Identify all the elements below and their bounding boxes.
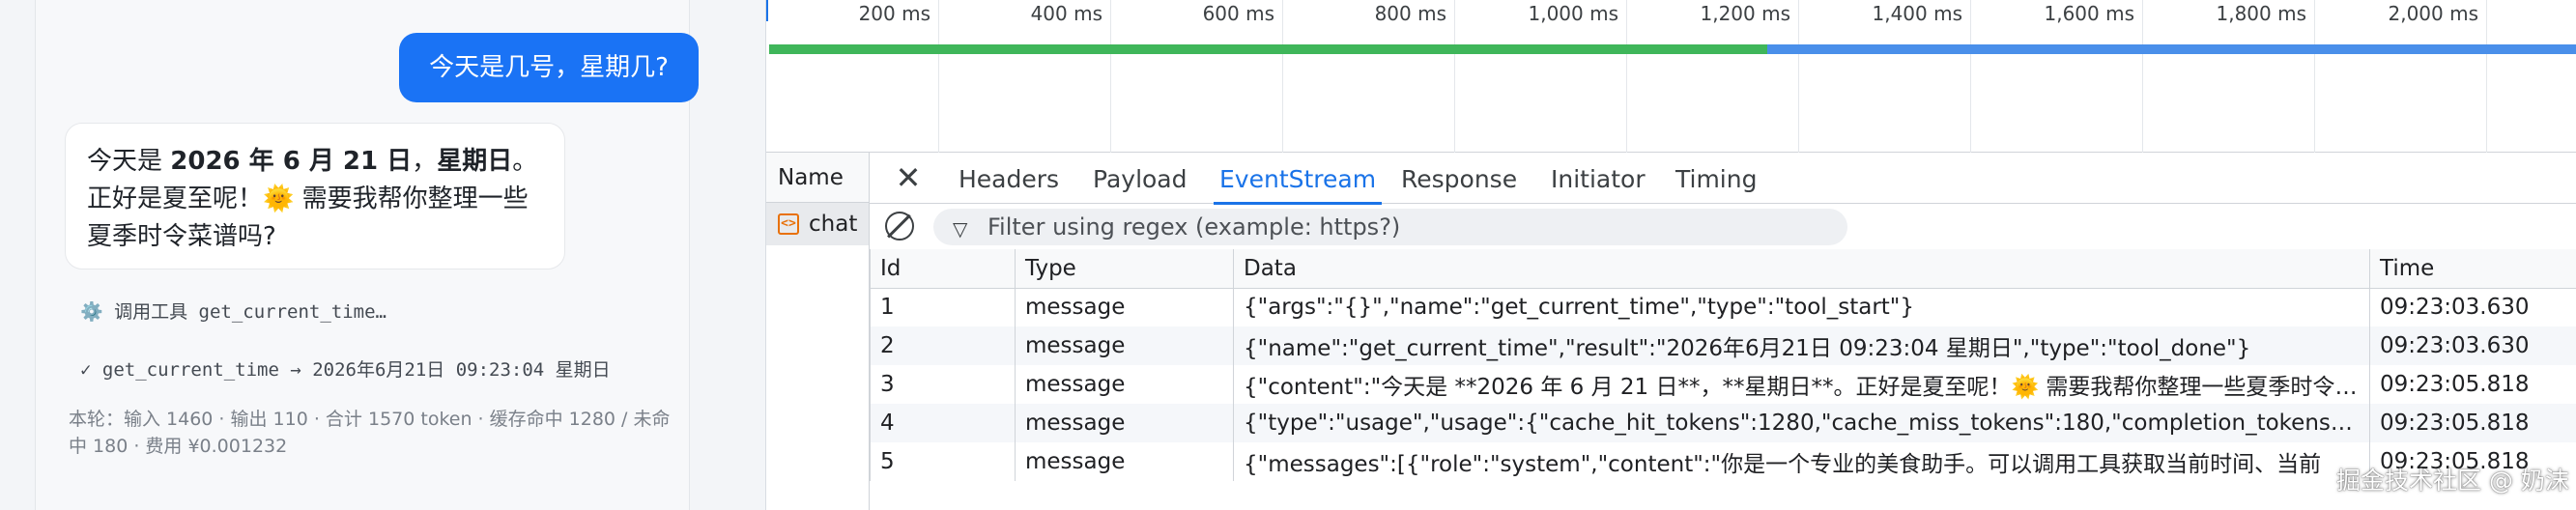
clear-block-icon[interactable] (885, 212, 914, 241)
assistant-date: 2026 年 6 月 21 日 (170, 147, 413, 176)
timeline-tick-label: 400 ms (1030, 2, 1102, 25)
timeline-tick (2486, 0, 2487, 153)
timeline-tick (2314, 0, 2315, 153)
fetch-document-icon: <> (778, 213, 799, 235)
detail-tabbar: ✕ Headers Payload EventStream Response I… (870, 153, 2576, 205)
timeline-tick-label: 2,000 ms (2388, 2, 2478, 25)
watermark: 掘金技术社区 @ 奶沫 (2336, 467, 2569, 495)
cell-id: 4 (870, 404, 1016, 442)
timeline-tick (938, 0, 939, 153)
timeline-tick-label: 800 ms (1374, 2, 1446, 25)
chat-area: 今天是几号，星期几? 今天是 2026 年 6 月 21 日，星期日。正好是夏至… (0, 0, 766, 510)
table-row[interactable]: 2 message {"name":"get_current_time","re… (870, 326, 2576, 365)
timeline-tick (1110, 0, 1111, 153)
cell-data: {"args":"{}","name":"get_current_time","… (1233, 288, 2370, 326)
timeline-start-marker (766, 0, 768, 21)
cell-data: {"content":"今天是 **2026 年 6 月 21 日**，**星期… (1233, 365, 2370, 404)
column-header-id[interactable]: Id (870, 249, 1016, 289)
request-name: chat (809, 212, 858, 237)
timeline-tick-label: 600 ms (1202, 2, 1274, 25)
timeline-tick (1282, 0, 1283, 153)
network-timeline[interactable]: 200 ms 400 ms 600 ms 800 ms 1,000 ms 1,200 ms… (766, 0, 2576, 153)
tab-eventstream[interactable]: EventStream (1213, 153, 1383, 205)
cell-data: {"name":"get_current_time","result":"202… (1233, 326, 2370, 365)
timeline-tick (1970, 0, 1971, 153)
timeline-tick-label: 1,000 ms (1528, 2, 1618, 25)
request-list: Name <> chat (766, 153, 870, 510)
tab-payload[interactable]: Payload (1093, 153, 1188, 204)
assistant-weekday: 星期日 (437, 147, 513, 176)
cell-id: 2 (870, 326, 1016, 365)
event-stream-table: Id Type Data Time 1 message {"args":"{}"… (870, 249, 2576, 481)
cell-time: 09:23:05.818 (2369, 365, 2576, 404)
tool-call-status: ⚙️ 调用工具 get_current_time… (80, 301, 386, 323)
usage-stats: 本轮：输入 1460 · 输出 110 · 合计 1570 token · 缓存… (69, 409, 671, 457)
filter-input[interactable] (987, 209, 1818, 245)
cell-time: 09:23:03.630 (2369, 326, 2576, 365)
download-bar (1767, 44, 2576, 54)
table-row[interactable]: 1 message {"args":"{}","name":"get_curre… (870, 288, 2576, 326)
close-icon[interactable]: ✕ (891, 160, 926, 195)
waiting-bar (769, 44, 1767, 54)
filter-box[interactable]: ▽ (933, 209, 1847, 245)
assistant-text-prefix: 今天是 (87, 147, 171, 176)
timeline-tick (1454, 0, 1455, 153)
request-row-chat[interactable]: <> chat (766, 203, 869, 245)
tab-response[interactable]: Response (1401, 153, 1517, 204)
column-header-time[interactable]: Time (2369, 249, 2576, 289)
assistant-message-bubble: 今天是 2026 年 6 月 21 日，星期日。正好是夏至呢！🌞 需要我帮你整理… (65, 123, 565, 269)
timeline-tick-label: 1,400 ms (1872, 2, 1962, 25)
timeline-tick-label: 200 ms (858, 2, 930, 25)
cell-time: 09:23:05.818 (2369, 404, 2576, 442)
table-row[interactable]: 3 message {"content":"今天是 **2026 年 6 月 2… (870, 365, 2576, 404)
cell-data: {"type":"usage","usage":{"cache_hit_toke… (1233, 404, 2370, 442)
name-column-header[interactable]: Name (766, 153, 869, 203)
tab-timing[interactable]: Timing (1675, 153, 1757, 204)
assistant-text-mid: ， (412, 147, 438, 176)
user-message-bubble: 今天是几号，星期几? (399, 33, 699, 102)
tab-headers[interactable]: Headers (959, 153, 1059, 204)
cell-type: message (1015, 288, 1234, 326)
cell-time: 09:23:03.630 (2369, 288, 2576, 326)
cell-type: message (1015, 365, 1234, 404)
filter-bar: ▽ (870, 205, 2576, 249)
timeline-tick-label: 1,800 ms (2216, 2, 2306, 25)
timeline-tick (1798, 0, 1799, 153)
cell-id: 5 (870, 442, 1016, 481)
column-header-type[interactable]: Type (1015, 249, 1234, 289)
timeline-tick-label: 1,200 ms (1700, 2, 1790, 25)
cell-type: message (1015, 404, 1234, 442)
table-row[interactable]: 4 message {"type":"usage","usage":{"cach… (870, 404, 2576, 442)
cell-type: message (1015, 442, 1234, 481)
timeline-tick-label: 1,600 ms (2044, 2, 2134, 25)
timeline-tick (1626, 0, 1627, 153)
request-detail-panel: ✕ Headers Payload EventStream Response I… (870, 153, 2576, 510)
tab-initiator[interactable]: Initiator (1551, 153, 1646, 204)
cell-data: {"messages":[{"role":"system","content":… (1233, 442, 2370, 481)
table-row[interactable]: 5 message {"messages":[{"role":"system",… (870, 442, 2576, 481)
cell-id: 3 (870, 365, 1016, 404)
chat-panel: 今天是几号，星期几? 今天是 2026 年 6 月 21 日，星期日。正好是夏至… (35, 0, 699, 510)
table-header-row: Id Type Data Time (870, 249, 2576, 289)
cell-type: message (1015, 326, 1234, 365)
cell-id: 1 (870, 288, 1016, 326)
column-header-data[interactable]: Data (1233, 249, 2370, 289)
tool-done-status: ✓ get_current_time → 2026年6月21日 09:23:04… (80, 359, 611, 381)
filter-funnel-icon: ▽ (953, 217, 968, 241)
timeline-tick (2142, 0, 2143, 153)
